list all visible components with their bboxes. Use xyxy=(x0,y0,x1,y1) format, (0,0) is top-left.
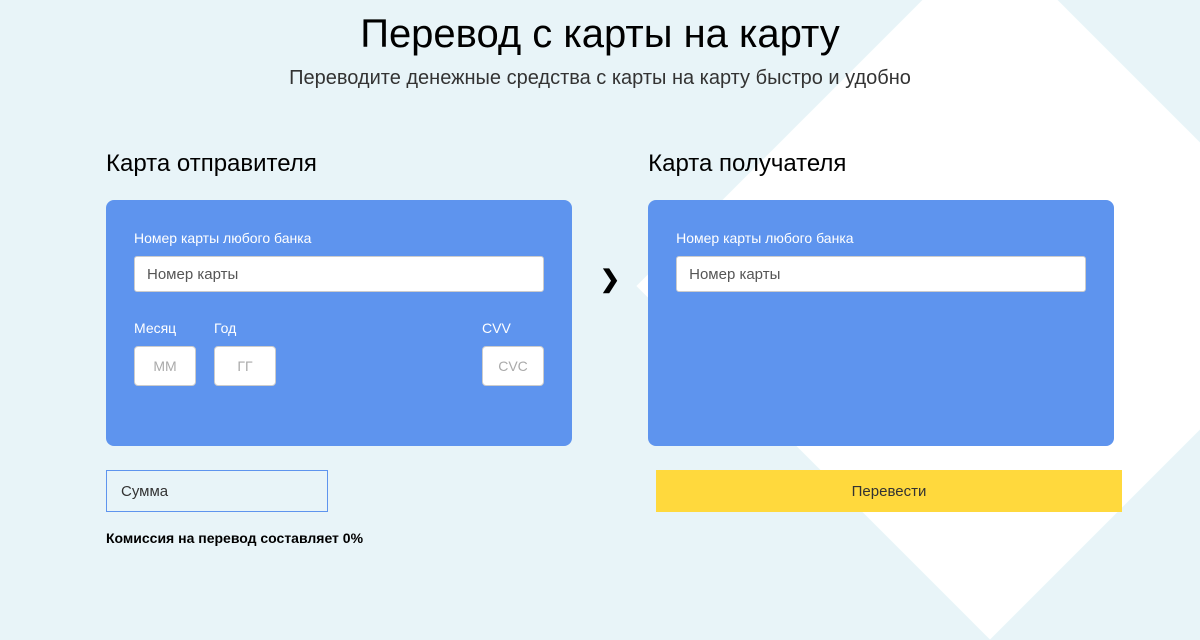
month-input[interactable] xyxy=(134,346,196,386)
year-input[interactable] xyxy=(214,346,276,386)
sender-card-number-label: Номер карты любого банка xyxy=(134,230,544,246)
sender-card: Номер карты любого банка Месяц Год CVV xyxy=(106,200,572,446)
recipient-card: Номер карты любого банка xyxy=(648,200,1114,446)
recipient-card-number-label: Номер карты любого банка xyxy=(676,230,1086,246)
year-field: Год xyxy=(214,320,276,386)
year-label: Год xyxy=(214,320,276,336)
commission-text: Комиссия на перевод составляет 0% xyxy=(106,530,572,546)
month-field: Месяц xyxy=(134,320,196,386)
cvv-label: CVV xyxy=(482,320,544,336)
amount-input[interactable] xyxy=(106,470,328,512)
sender-card-number-input[interactable] xyxy=(134,256,544,292)
cards-row: Карта отправителя Номер карты любого бан… xyxy=(0,150,1200,446)
recipient-heading: Карта получателя xyxy=(648,150,1114,178)
arrow-column: ❯ xyxy=(600,150,620,294)
chevron-right-icon: ❯ xyxy=(600,265,620,294)
recipient-card-number-input[interactable] xyxy=(676,256,1086,292)
transfer-button[interactable]: Перевести xyxy=(656,470,1122,512)
amount-column: Комиссия на перевод составляет 0% xyxy=(106,470,572,546)
sender-card-bottom-row: Месяц Год CVV xyxy=(134,320,544,386)
bottom-row: Комиссия на перевод составляет 0% Переве… xyxy=(0,470,1200,546)
sender-column: Карта отправителя Номер карты любого бан… xyxy=(106,150,572,446)
page-subtitle: Переводите денежные средства с карты на … xyxy=(0,67,1200,150)
cvv-input[interactable] xyxy=(482,346,544,386)
sender-heading: Карта отправителя xyxy=(106,150,572,178)
page-title: Перевод с карты на карту xyxy=(0,0,1200,67)
month-label: Месяц xyxy=(134,320,196,336)
recipient-column: Карта получателя Номер карты любого банк… xyxy=(648,150,1114,446)
cvv-field: CVV xyxy=(482,320,544,386)
